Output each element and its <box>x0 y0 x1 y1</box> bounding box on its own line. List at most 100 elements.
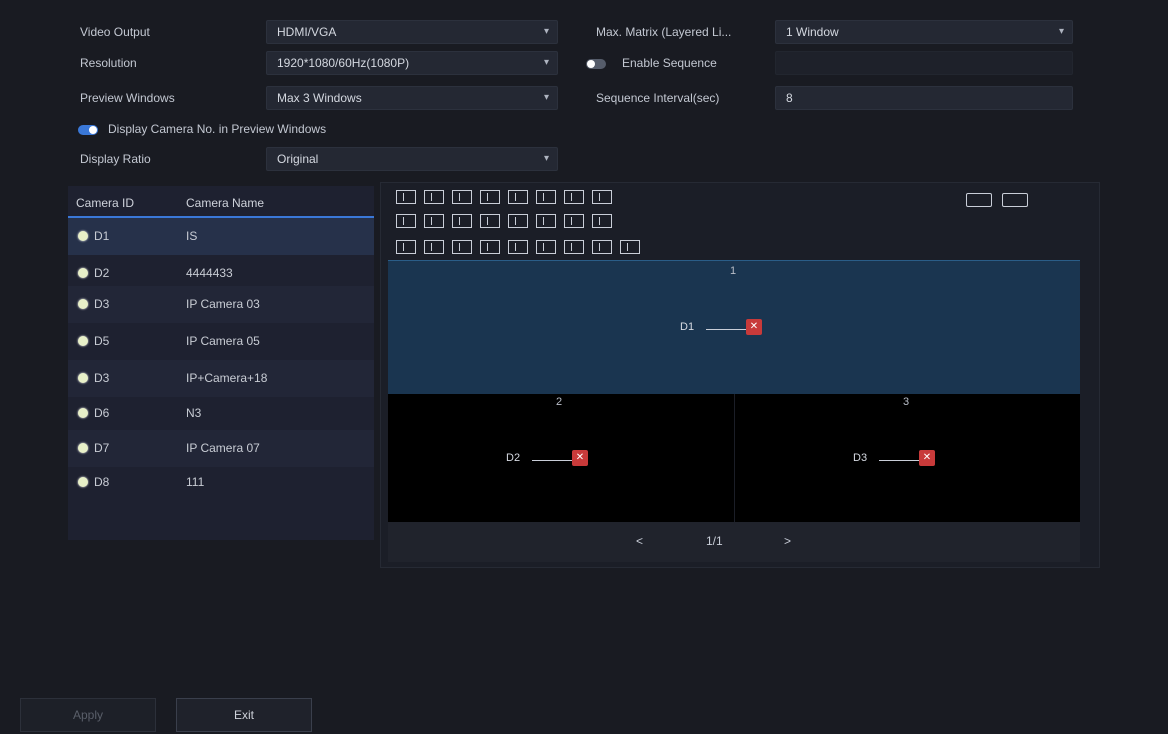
video-output-select[interactable]: HDMI/VGA ▾ <box>266 20 558 44</box>
camera-status-icon <box>78 231 88 241</box>
chevron-down-icon: ▾ <box>543 153 549 164</box>
display-ratio-value: Original <box>277 152 319 166</box>
enable-sequence-row[interactable]: Enable Sequence <box>586 56 766 72</box>
camera-name: IP Camera 07 <box>186 441 260 455</box>
max-matrix-select[interactable]: 1 Window ▾ <box>775 20 1073 44</box>
layout-6-icon[interactable] <box>536 190 556 204</box>
camera-status-icon <box>78 268 88 278</box>
layout-19-icon[interactable] <box>452 240 472 254</box>
window-camera-id: D3 <box>853 452 868 464</box>
camera-id: D3 <box>94 297 110 311</box>
window-index: 2 <box>556 396 563 408</box>
sequence-interval-input[interactable]: 8 <box>775 86 1073 110</box>
layout-11-icon[interactable] <box>452 214 472 228</box>
exit-button[interactable]: Exit <box>176 698 312 732</box>
pagination-bar: < 1/1 > <box>388 522 1080 562</box>
layout-22-icon[interactable] <box>536 240 556 254</box>
camera-row[interactable]: D7 IP Camera 07 <box>68 430 374 467</box>
layout-10-icon[interactable] <box>424 214 444 228</box>
video-output-value: HDMI/VGA <box>277 25 337 39</box>
resolution-label: Resolution <box>80 56 137 70</box>
sequence-interval-value: 8 <box>786 91 793 105</box>
apply-button[interactable]: Apply <box>20 698 156 732</box>
chevron-down-icon: ▾ <box>543 57 549 68</box>
layout-21-icon[interactable] <box>508 240 528 254</box>
camera-row[interactable]: D5 IP Camera 05 <box>68 323 374 360</box>
layout-17-icon[interactable] <box>396 240 416 254</box>
layout-15-icon[interactable] <box>564 214 584 228</box>
camera-status-icon <box>78 299 88 309</box>
camera-name: IS <box>186 229 198 243</box>
camera-id: D6 <box>94 406 110 420</box>
layout-23-icon[interactable] <box>564 240 584 254</box>
window-camera-id: D2 <box>506 452 521 464</box>
preview-windows-select[interactable]: Max 3 Windows ▾ <box>266 86 558 110</box>
preview-window-2[interactable]: 2 D2 ✕ <box>388 394 734 522</box>
display-ratio-label: Display Ratio <box>80 152 151 166</box>
window-camera-id: D1 <box>680 321 695 333</box>
close-icon[interactable]: ✕ <box>919 450 935 466</box>
camera-id: D3 <box>94 371 110 385</box>
layout-16-icon[interactable] <box>592 214 612 228</box>
preview-window-1[interactable]: 1 D1 ✕ <box>388 260 1080 394</box>
close-icon[interactable]: ✕ <box>746 319 762 335</box>
layout-18-icon[interactable] <box>424 240 444 254</box>
swap-icon[interactable] <box>966 193 992 207</box>
preview-windows-label: Preview Windows <box>80 91 175 105</box>
camera-id: D7 <box>94 441 110 455</box>
layout-2-icon[interactable] <box>424 190 444 204</box>
layout-25-icon[interactable] <box>620 240 640 254</box>
camera-row[interactable]: D3 IP Camera 03 <box>68 286 374 323</box>
prev-page-button[interactable]: < <box>636 534 643 548</box>
camera-row[interactable]: D8 111 <box>68 464 374 501</box>
resolution-select[interactable]: 1920*1080/60Hz(1080P) ▾ <box>266 51 558 75</box>
camera-name: 4444433 <box>186 266 233 280</box>
clear-icon[interactable] <box>1002 193 1028 207</box>
enable-sequence-label: Enable Sequence <box>622 56 717 70</box>
preview-windows-value: Max 3 Windows <box>277 91 362 105</box>
camera-list-header: Camera ID Camera Name <box>68 190 374 218</box>
camera-row[interactable]: D6 N3 <box>68 395 374 432</box>
layout-1-icon[interactable] <box>396 190 416 204</box>
layout-12-icon[interactable] <box>480 214 500 228</box>
camera-status-icon <box>78 408 88 418</box>
close-icon[interactable]: ✕ <box>572 450 588 466</box>
layout-3-icon[interactable] <box>452 190 472 204</box>
camera-row[interactable]: D3 IP+Camera+18 <box>68 360 374 397</box>
layout-9-icon[interactable] <box>396 214 416 228</box>
camera-name: IP Camera 03 <box>186 297 260 311</box>
divider <box>879 460 919 461</box>
divider <box>706 329 746 330</box>
camera-name: N3 <box>186 406 202 420</box>
camera-id: D5 <box>94 334 110 348</box>
enable-sequence-toggle[interactable] <box>586 59 606 69</box>
col-camera-id[interactable]: Camera ID <box>76 196 134 210</box>
camera-row[interactable]: D1 IS <box>68 218 374 255</box>
display-camera-no-row[interactable]: Display Camera No. in Preview Windows <box>78 122 418 138</box>
window-index: 3 <box>903 396 910 408</box>
layout-24-icon[interactable] <box>592 240 612 254</box>
layout-20-icon[interactable] <box>480 240 500 254</box>
camera-name: IP Camera 05 <box>186 334 260 348</box>
camera-status-icon <box>78 443 88 453</box>
max-matrix-value: 1 Window <box>786 25 839 39</box>
sequence-interval-label: Sequence Interval(sec) <box>596 91 720 105</box>
layout-14-icon[interactable] <box>536 214 556 228</box>
display-ratio-select[interactable]: Original ▾ <box>266 147 558 171</box>
camera-status-icon <box>78 336 88 346</box>
next-page-button[interactable]: > <box>784 534 791 548</box>
chevron-down-icon: ▾ <box>543 92 549 103</box>
layout-13-icon[interactable] <box>508 214 528 228</box>
col-camera-name[interactable]: Camera Name <box>186 196 264 210</box>
camera-list: Camera ID Camera Name D1 IS D2 4444433 D… <box>68 186 374 540</box>
chevron-down-icon: ▾ <box>543 26 549 37</box>
video-output-label: Video Output <box>80 25 150 39</box>
camera-status-icon <box>78 477 88 487</box>
layout-8-icon[interactable] <box>592 190 612 204</box>
layout-4-icon[interactable] <box>480 190 500 204</box>
display-camera-no-toggle[interactable] <box>78 125 98 135</box>
max-matrix-label: Max. Matrix (Layered Li... <box>596 25 732 39</box>
layout-5-icon[interactable] <box>508 190 528 204</box>
preview-window-3[interactable]: 3 D3 ✕ <box>735 394 1080 522</box>
layout-7-icon[interactable] <box>564 190 584 204</box>
